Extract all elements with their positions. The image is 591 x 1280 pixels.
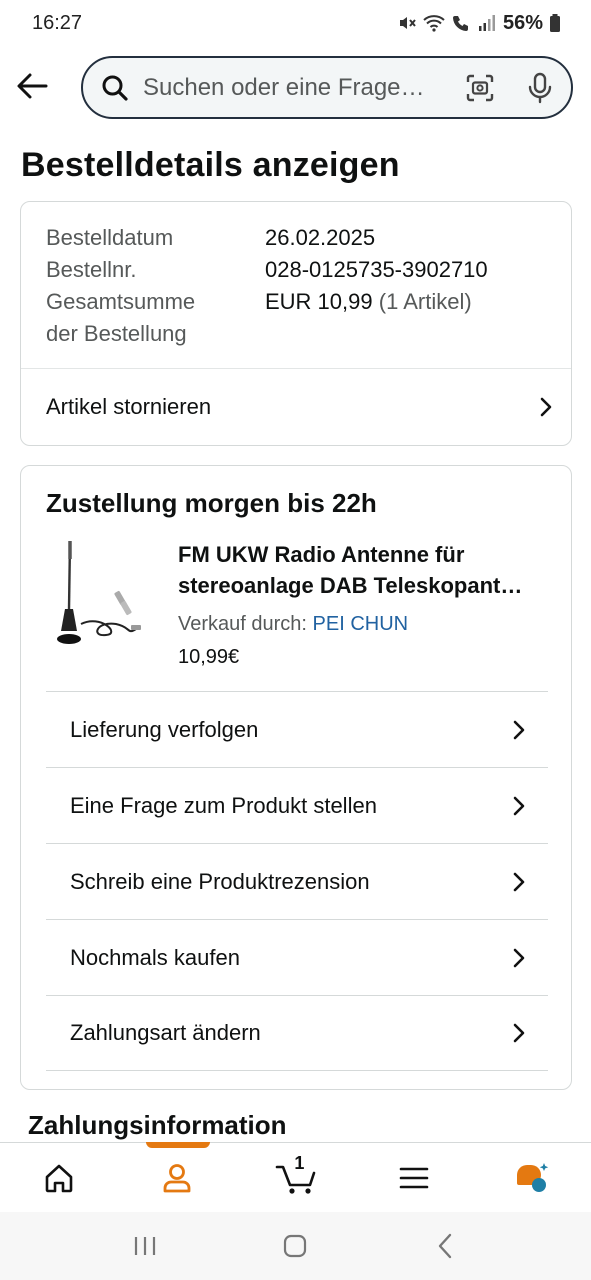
camera-lens-button[interactable]	[463, 71, 497, 105]
product-title-line2: stereoanlage DAB Teleskopant…	[178, 573, 523, 598]
mute-icon	[399, 17, 416, 29]
write-review-label: Schreib eine Produktrezension	[70, 868, 370, 894]
product-image[interactable]	[51, 539, 151, 651]
status-icons: 56%	[397, 12, 561, 35]
order-summary-card: Bestelldatum 26.02.2025 Bestellnr. 028-0…	[20, 201, 572, 446]
cart-count-badge: 1	[294, 1153, 305, 1173]
home-icon	[45, 1164, 73, 1192]
nav-account[interactable]	[118, 1142, 236, 1212]
order-actions-list: Lieferung verfolgen Eine Frage zum Produ…	[46, 691, 548, 1071]
search-bar[interactable]	[81, 56, 573, 119]
arrow-left-icon	[17, 73, 48, 99]
order-date-label: Bestelldatum	[46, 225, 174, 250]
recent-apps-button[interactable]	[125, 1226, 165, 1266]
status-bar: 16:27 56%	[0, 0, 591, 46]
recent-apps-icon	[135, 1237, 156, 1255]
ask-product-question-label: Eine Frage zum Produkt stellen	[70, 792, 377, 818]
nav-home[interactable]	[0, 1143, 118, 1212]
home-system-button[interactable]	[275, 1226, 315, 1266]
call-icon	[452, 16, 468, 31]
chevron-right-icon	[513, 796, 525, 815]
write-review-link[interactable]: Schreib eine Produktrezension	[46, 843, 548, 919]
order-total-label: Gesamtsumme der Bestellung	[46, 286, 265, 350]
order-number-value: 028-0125735-3902710	[265, 257, 488, 282]
nav-cart[interactable]: 1	[236, 1143, 354, 1212]
user-icon	[163, 1163, 191, 1192]
antenna-product-icon	[57, 540, 141, 644]
wifi-icon	[423, 15, 445, 32]
signal-icon	[478, 15, 495, 31]
order-date-value: 26.02.2025	[265, 225, 376, 250]
chevron-right-icon	[513, 1023, 525, 1043]
order-total-value: EUR 10,99 (1 Artikel)	[265, 286, 472, 350]
product-title-line1: FM UKW Radio Antenne für	[178, 542, 465, 567]
active-tab-indicator	[146, 1142, 211, 1148]
voice-search-button[interactable]	[523, 71, 557, 105]
bottom-navigation: 1	[0, 1142, 591, 1212]
change-payment-method-link[interactable]: Zahlungsart ändern	[46, 995, 548, 1071]
nav-rufus-assistant[interactable]	[473, 1143, 591, 1212]
search-input[interactable]	[143, 73, 437, 102]
seller-link[interactable]: PEI CHUN	[313, 613, 409, 635]
order-date-row: Bestelldatum 26.02.2025	[46, 222, 546, 254]
chevron-right-icon	[540, 397, 552, 417]
seller-prefix: Verkauf durch:	[178, 613, 307, 635]
track-package-link[interactable]: Lieferung verfolgen	[46, 691, 548, 767]
search-icon	[102, 75, 128, 101]
order-total-amount: EUR 10,99	[265, 289, 373, 314]
chevron-left-icon	[438, 1233, 452, 1259]
product-price: 10,99€	[178, 646, 240, 668]
home-square-icon	[284, 1234, 307, 1258]
order-total-row: Gesamtsumme der Bestellung EUR 10,99 (1 …	[46, 286, 546, 350]
page-title: Bestelldetails anzeigen	[21, 146, 400, 184]
buy-again-link[interactable]: Nochmals kaufen	[46, 919, 548, 995]
order-number-row: Bestellnr. 028-0125735-3902710	[46, 254, 546, 286]
delivery-card: Zustellung morgen bis 22h FM UKW Radio A…	[20, 465, 572, 1090]
buy-again-label: Nochmals kaufen	[70, 944, 240, 970]
status-time: 16:27	[32, 11, 83, 34]
back-button[interactable]	[14, 68, 50, 104]
order-total-label-line1: Gesamtsumme	[46, 289, 196, 314]
hamburger-menu-icon	[399, 1167, 429, 1188]
chevron-right-icon	[513, 720, 525, 739]
order-total-label-line2: der Bestellung	[46, 321, 187, 346]
ask-product-question-link[interactable]: Eine Frage zum Produkt stellen	[46, 767, 548, 843]
order-item-count: (1 Artikel)	[378, 289, 472, 314]
cancel-items-link[interactable]: Artikel stornieren	[46, 369, 553, 445]
product-title-link[interactable]: FM UKW Radio Antenne für stereoanlage DA…	[178, 539, 548, 601]
battery-icon	[550, 14, 560, 32]
chevron-right-icon	[513, 948, 525, 967]
system-navigation-bar	[0, 1212, 591, 1280]
order-summary: Bestelldatum 26.02.2025 Bestellnr. 028-0…	[46, 222, 546, 350]
delivery-title: Zustellung morgen bis 22h	[46, 488, 377, 518]
seller-info: Verkauf durch: PEI CHUN	[178, 613, 408, 636]
battery-percentage: 56%	[502, 11, 543, 34]
track-package-label: Lieferung verfolgen	[70, 716, 259, 742]
change-payment-method-label: Zahlungsart ändern	[70, 1020, 261, 1045]
ai-assistant-icon	[516, 1162, 549, 1192]
chevron-right-icon	[513, 872, 525, 891]
cancel-items-label: Artikel stornieren	[46, 394, 212, 419]
microphone-icon	[528, 72, 552, 103]
payment-info-heading: Zahlungsinformation	[28, 1110, 287, 1140]
nav-menu[interactable]	[355, 1143, 473, 1212]
order-number-label: Bestellnr.	[46, 257, 137, 282]
back-system-button[interactable]	[426, 1226, 466, 1266]
camera-scan-icon	[466, 74, 494, 101]
search-header	[0, 54, 591, 120]
